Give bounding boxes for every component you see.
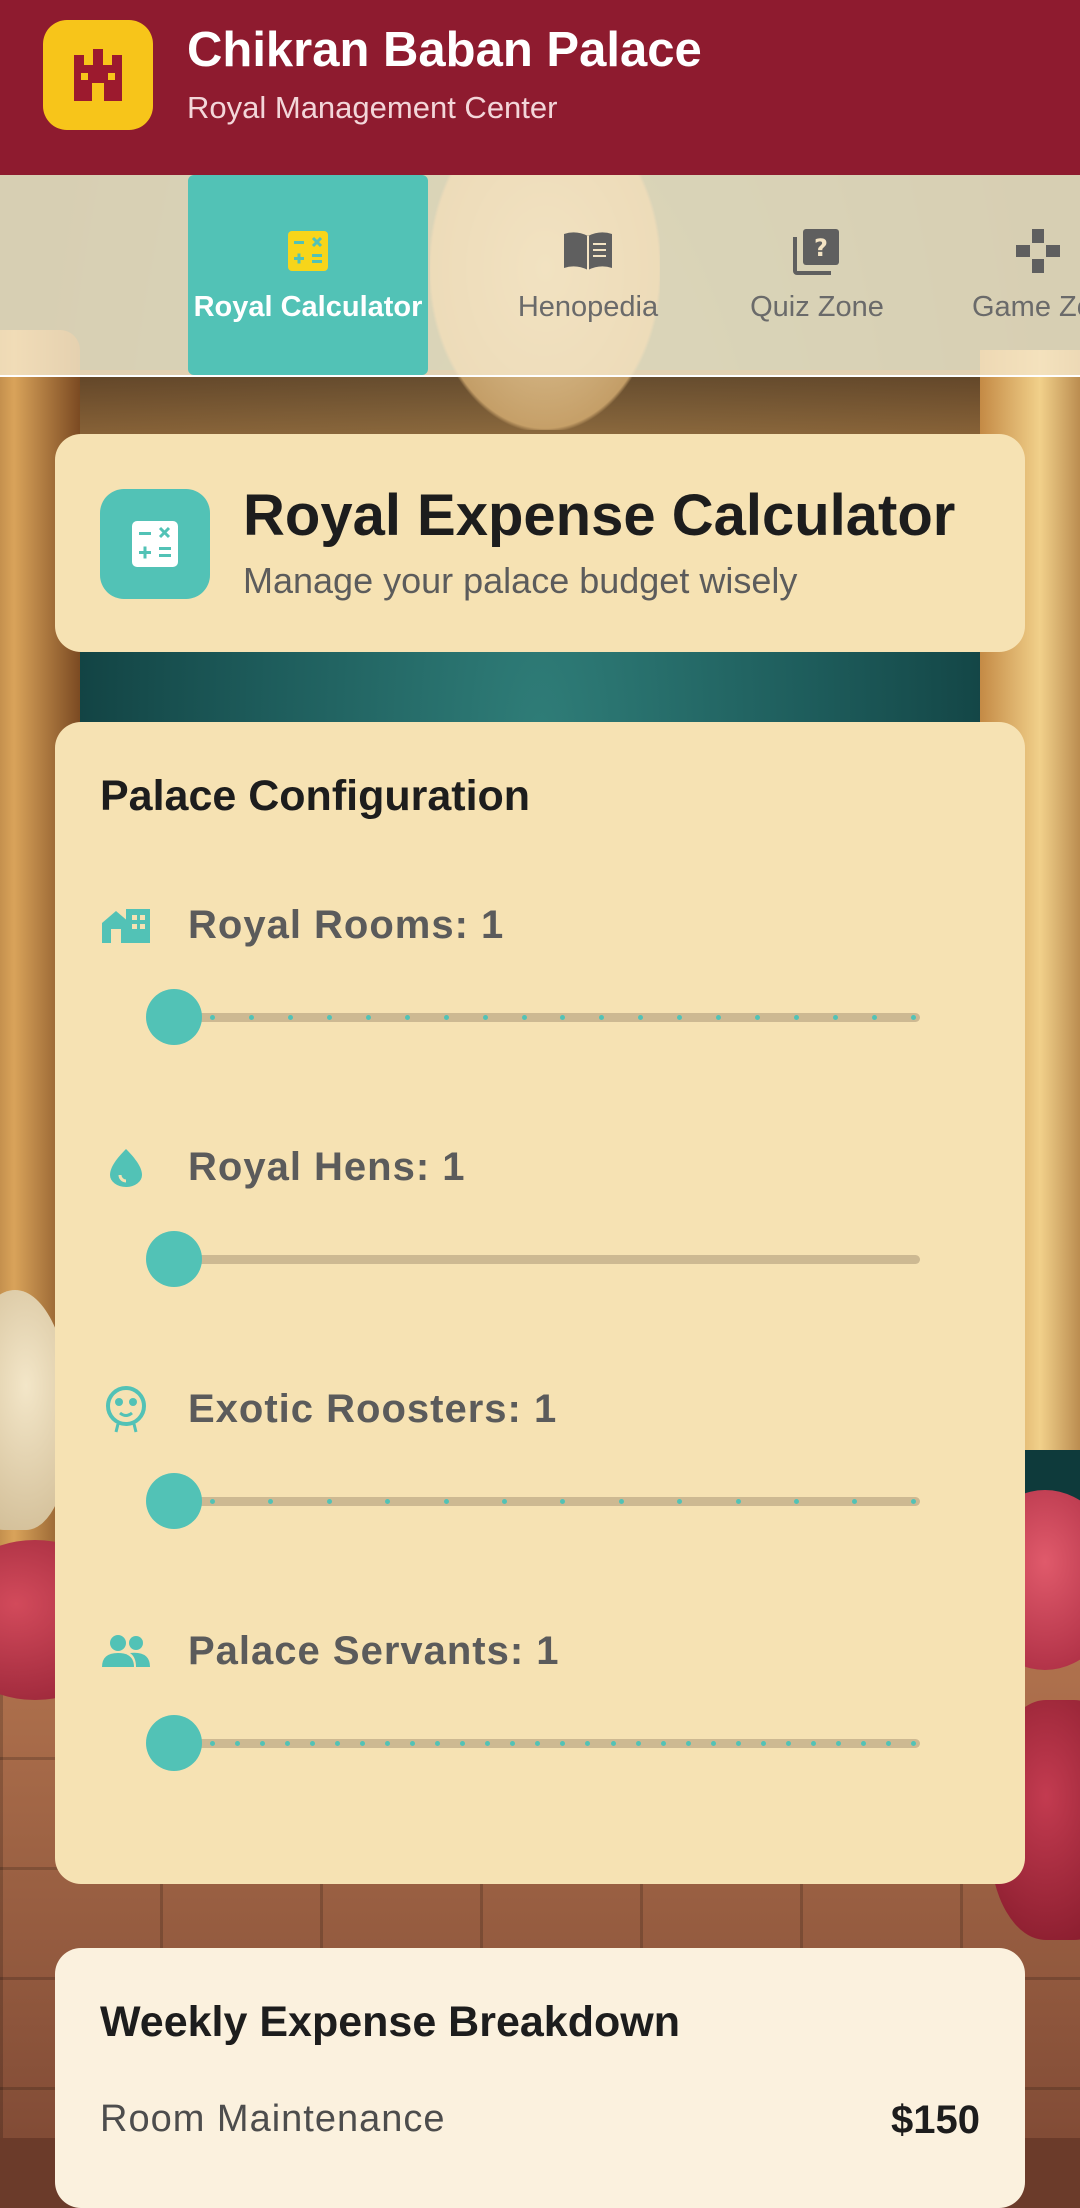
slider-thumb[interactable]	[146, 1231, 202, 1287]
slider-ticks	[160, 1499, 920, 1504]
tab-bar: Royal Calculator Henopedia ? Quiz Zone G…	[0, 175, 1080, 377]
svg-text:?: ?	[814, 234, 828, 262]
calculator-header-card: Royal Expense Calculator Manage your pal…	[55, 434, 1025, 652]
rooster-icon	[100, 1384, 156, 1434]
tab-game-zone[interactable]: Game Zo	[930, 175, 1080, 375]
slider-thumb[interactable]	[146, 989, 202, 1045]
slider-track[interactable]	[160, 1013, 920, 1022]
slider-label: Exotic Roosters: 1	[100, 1381, 557, 1437]
quiz-icon: ?	[793, 227, 841, 275]
palace-servants-slider-row: Palace Servants: 1	[100, 1623, 980, 1803]
tab-label: Game Zo	[972, 290, 1080, 323]
slider-ticks	[160, 1741, 920, 1746]
slider-track[interactable]	[160, 1497, 920, 1506]
calculator-icon	[286, 227, 330, 275]
slider-thumb[interactable]	[146, 1473, 202, 1529]
room-icon	[100, 905, 156, 945]
palace-configuration-card: Palace Configuration Royal Rooms: 1 Roya…	[55, 722, 1025, 1884]
egg-icon	[100, 1145, 156, 1189]
app-header: Chikran Baban Palace Royal Management Ce…	[0, 0, 1080, 175]
slider-label: Palace Servants: 1	[100, 1623, 560, 1679]
slider-thumb[interactable]	[146, 1715, 202, 1771]
section-title: Palace Configuration	[100, 772, 531, 820]
expense-value: $150	[891, 2098, 980, 2142]
calculator-title: Royal Expense Calculator	[243, 483, 956, 548]
royal-hens-slider-row: Royal Hens: 1	[100, 1139, 980, 1319]
gamepad-icon	[972, 227, 1062, 275]
tab-royal-calculator[interactable]: Royal Calculator	[188, 175, 428, 375]
tab-label: Quiz Zone	[750, 290, 884, 323]
people-icon	[100, 1633, 156, 1669]
slider-track[interactable]	[160, 1255, 920, 1264]
expense-row: Room Maintenance $150	[100, 2098, 980, 2158]
weekly-expense-card: Weekly Expense Breakdown Room Maintenanc…	[55, 1948, 1025, 2208]
calculator-icon	[100, 489, 210, 599]
tab-label: Royal Calculator	[193, 290, 423, 323]
slider-track[interactable]	[160, 1739, 920, 1748]
slider-label-text: Royal Rooms: 1	[188, 902, 505, 947]
tab-label: Henopedia	[517, 290, 659, 323]
tab-quiz-zone[interactable]: ? Quiz Zone	[697, 175, 937, 375]
slider-ticks	[160, 1015, 920, 1020]
calculator-subtitle: Manage your palace budget wisely	[243, 560, 798, 601]
exotic-roosters-slider-row: Exotic Roosters: 1	[100, 1381, 980, 1561]
slider-label-text: Exotic Roosters: 1	[188, 1386, 558, 1431]
castle-icon	[43, 20, 153, 130]
section-title: Weekly Expense Breakdown	[100, 1998, 680, 2046]
slider-label-text: Royal Hens: 1	[188, 1144, 466, 1189]
app-title: Chikran Baban Palace	[187, 23, 702, 77]
slider-label-text: Palace Servants: 1	[188, 1628, 560, 1673]
royal-rooms-slider-row: Royal Rooms: 1	[100, 897, 980, 1077]
book-icon	[562, 227, 614, 275]
slider-label: Royal Rooms: 1	[100, 897, 504, 953]
expense-label: Room Maintenance	[100, 2098, 446, 2140]
app-subtitle: Royal Management Center	[187, 90, 558, 125]
slider-label: Royal Hens: 1	[100, 1139, 466, 1195]
tab-henopedia[interactable]: Henopedia	[468, 175, 708, 375]
